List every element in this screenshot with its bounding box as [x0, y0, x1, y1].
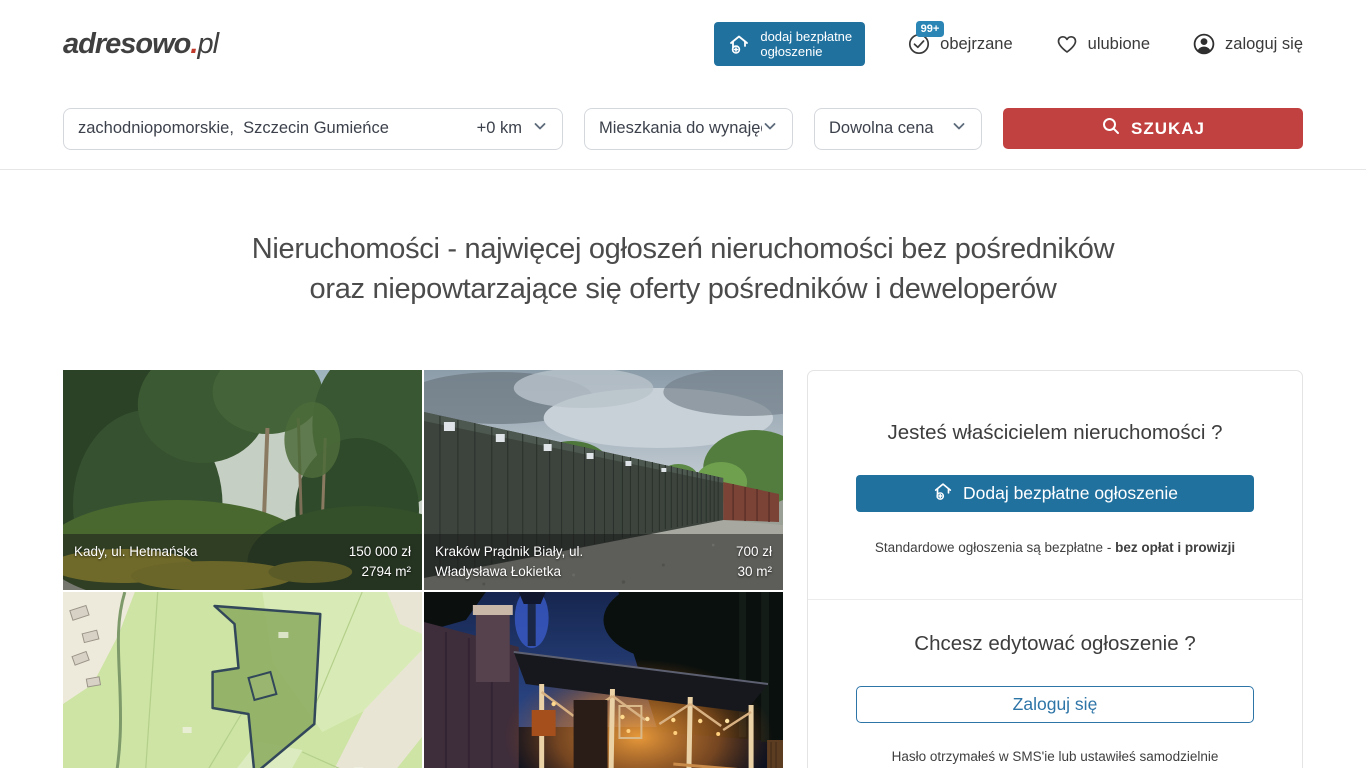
sidebar: Jesteś właścicielem nieruchomości ? Doda… [807, 370, 1303, 768]
sidebar-edit-section: Chcesz edytować ogłoszenie ? Zaloguj się… [808, 599, 1302, 768]
sidebar-owner-section: Jesteś właścicielem nieruchomości ? Doda… [808, 371, 1302, 599]
listing-area: 2794 m² [349, 562, 411, 582]
category-value: Mieszkania do wynajęc [599, 119, 762, 138]
edit-section-note: Hasło otrzymałeś w SMS'ie lub ustawiłeś … [856, 749, 1254, 764]
search-icon [1101, 116, 1121, 141]
header-actions: dodaj bezpłatneogłoszenie 99+ obejrzane [714, 22, 1303, 66]
favorites-link[interactable]: ulubione [1055, 32, 1150, 56]
listing-caption: Kraków Prądnik Biały, ul. Władysława Łok… [424, 534, 783, 590]
location-value: zachodniopomorskie, Szczecin Gumieńce [78, 119, 389, 138]
house-plus-icon [932, 480, 954, 507]
listing-price: 700 zł [736, 542, 772, 562]
listings-grid: Kady, ul. Hetmańska 150 000 zł 2794 m² [63, 370, 783, 768]
listing-photo-gazebo [424, 592, 783, 768]
radius-select[interactable]: +0 km [477, 118, 548, 139]
chevron-down-icon [762, 118, 778, 139]
favorites-label: ulubione [1088, 35, 1150, 54]
viewed-link[interactable]: 99+ obejrzane [907, 32, 1012, 56]
hero: Nieruchomości - najwięcej ogłoszeń nieru… [63, 229, 1303, 309]
search-button[interactable]: SZUKAJ [1003, 108, 1303, 149]
price-value: Dowolna cena [829, 119, 934, 138]
owner-section-note: Standardowe ogłoszenia są bezpłatne - be… [856, 540, 1254, 555]
chevron-down-icon [951, 118, 967, 139]
viewed-count-badge: 99+ [916, 21, 944, 37]
owner-section-title: Jesteś właścicielem nieruchomości ? [856, 421, 1254, 445]
check-circle-icon: 99+ [907, 32, 931, 56]
login-link[interactable]: zaloguj się [1192, 32, 1303, 56]
listing-card[interactable]: Jurata, ul. ks. Hieronima 380 000 zł [424, 592, 783, 768]
header: adresowo.pl dodaj bezpłatneogłoszenie [0, 0, 1366, 88]
search-bar: zachodniopomorskie, Szczecin Gumieńce +0… [0, 88, 1366, 170]
edit-section-title: Chcesz edytować ogłoszenie ? [856, 632, 1254, 656]
listing-card[interactable]: Kady, ul. Hetmańska 150 000 zł 2794 m² [63, 370, 422, 590]
listing-price-block: 700 zł 30 m² [736, 542, 772, 582]
house-plus-icon [727, 32, 751, 56]
listing-photo-map [63, 592, 422, 768]
logo-tld: pl [197, 28, 218, 60]
listing-price-block: 150 000 zł 2794 m² [349, 542, 411, 582]
sidebar-login-label: Zaloguj się [1013, 694, 1098, 715]
price-select[interactable]: Dowolna cena [814, 108, 982, 150]
listing-price: 150 000 zł [349, 542, 411, 562]
page-title: Nieruchomości - najwięcej ogłoszeń nieru… [63, 229, 1303, 309]
category-select[interactable]: Mieszkania do wynajęc [584, 108, 793, 150]
search-button-label: SZUKAJ [1131, 119, 1205, 139]
listing-card[interactable]: Nowa Jastrząbka 300 000 zł [63, 592, 422, 768]
radius-value: +0 km [477, 119, 522, 138]
listing-area: 30 m² [736, 562, 772, 582]
listing-caption: Kady, ul. Hetmańska 150 000 zł 2794 m² [63, 534, 422, 590]
add-listing-label: dodaj bezpłatneogłoszenie [760, 29, 852, 59]
viewed-label: obejrzane [940, 35, 1012, 54]
logo[interactable]: adresowo.pl [63, 28, 218, 61]
heart-icon [1055, 32, 1079, 56]
sidebar-add-listing-label: Dodaj bezpłatne ogłoszenie [963, 483, 1178, 504]
user-circle-icon [1192, 32, 1216, 56]
main-content: Kady, ul. Hetmańska 150 000 zł 2794 m² [63, 370, 1303, 768]
listing-card[interactable]: Kraków Prądnik Biały, ul. Władysława Łok… [424, 370, 783, 590]
add-listing-button[interactable]: dodaj bezpłatneogłoszenie [714, 22, 865, 66]
chevron-down-icon [532, 118, 548, 139]
sidebar-login-button[interactable]: Zaloguj się [856, 686, 1254, 723]
location-input[interactable]: zachodniopomorskie, Szczecin Gumieńce +0… [63, 108, 563, 150]
logo-text: adresowo [63, 28, 190, 60]
listing-location: Kady, ul. Hetmańska [74, 542, 198, 562]
login-label: zaloguj się [1225, 35, 1303, 54]
listing-location: Kraków Prądnik Biały, ul. Władysława Łok… [435, 542, 644, 582]
sidebar-add-listing-button[interactable]: Dodaj bezpłatne ogłoszenie [856, 475, 1254, 512]
